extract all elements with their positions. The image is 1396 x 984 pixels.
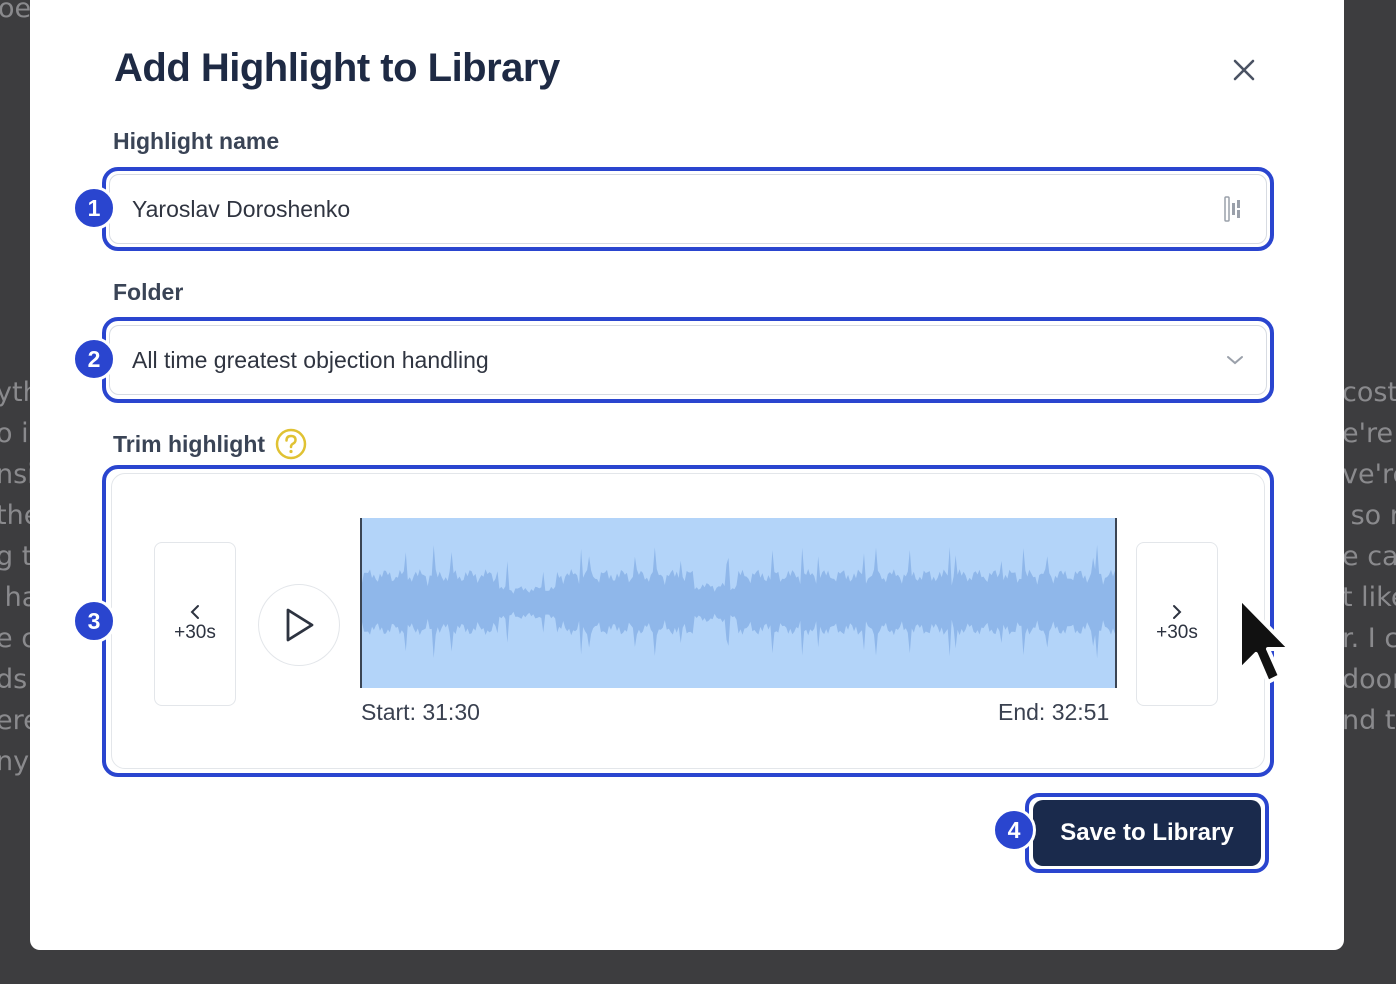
folder-label: Folder: [113, 279, 184, 305]
annotation-badge-3: 3: [72, 599, 116, 643]
help-icon[interactable]: [275, 428, 307, 460]
trim-highlight-label: Trim highlight: [113, 428, 307, 460]
mouse-cursor-icon: [1238, 596, 1292, 684]
trim-highlight-text: Trim highlight: [113, 430, 266, 457]
annotation-badge-1: 1: [72, 186, 116, 230]
close-button[interactable]: [1226, 52, 1262, 88]
background-text-left: yth o in nsi the g t ha e c ds ere ny: [0, 377, 32, 777]
close-icon: [1233, 59, 1255, 81]
highlight-name-label: Highlight name: [113, 128, 280, 154]
annotation-box-2: [102, 317, 1274, 403]
annotation-badge-2: 2: [72, 337, 116, 381]
background-text-right: cost e're ve're so r e ca t like r. I c …: [1342, 377, 1396, 736]
annotation-box-1: [102, 167, 1274, 251]
annotation-box-3: [102, 465, 1274, 777]
dialog-title: Add Highlight to Library: [114, 46, 560, 90]
background-text-top: oe: [0, 0, 32, 24]
annotation-badge-4: 4: [992, 808, 1036, 852]
annotation-box-4: [1025, 793, 1269, 873]
add-highlight-dialog: Add Highlight to Library Highlight name …: [30, 0, 1344, 950]
